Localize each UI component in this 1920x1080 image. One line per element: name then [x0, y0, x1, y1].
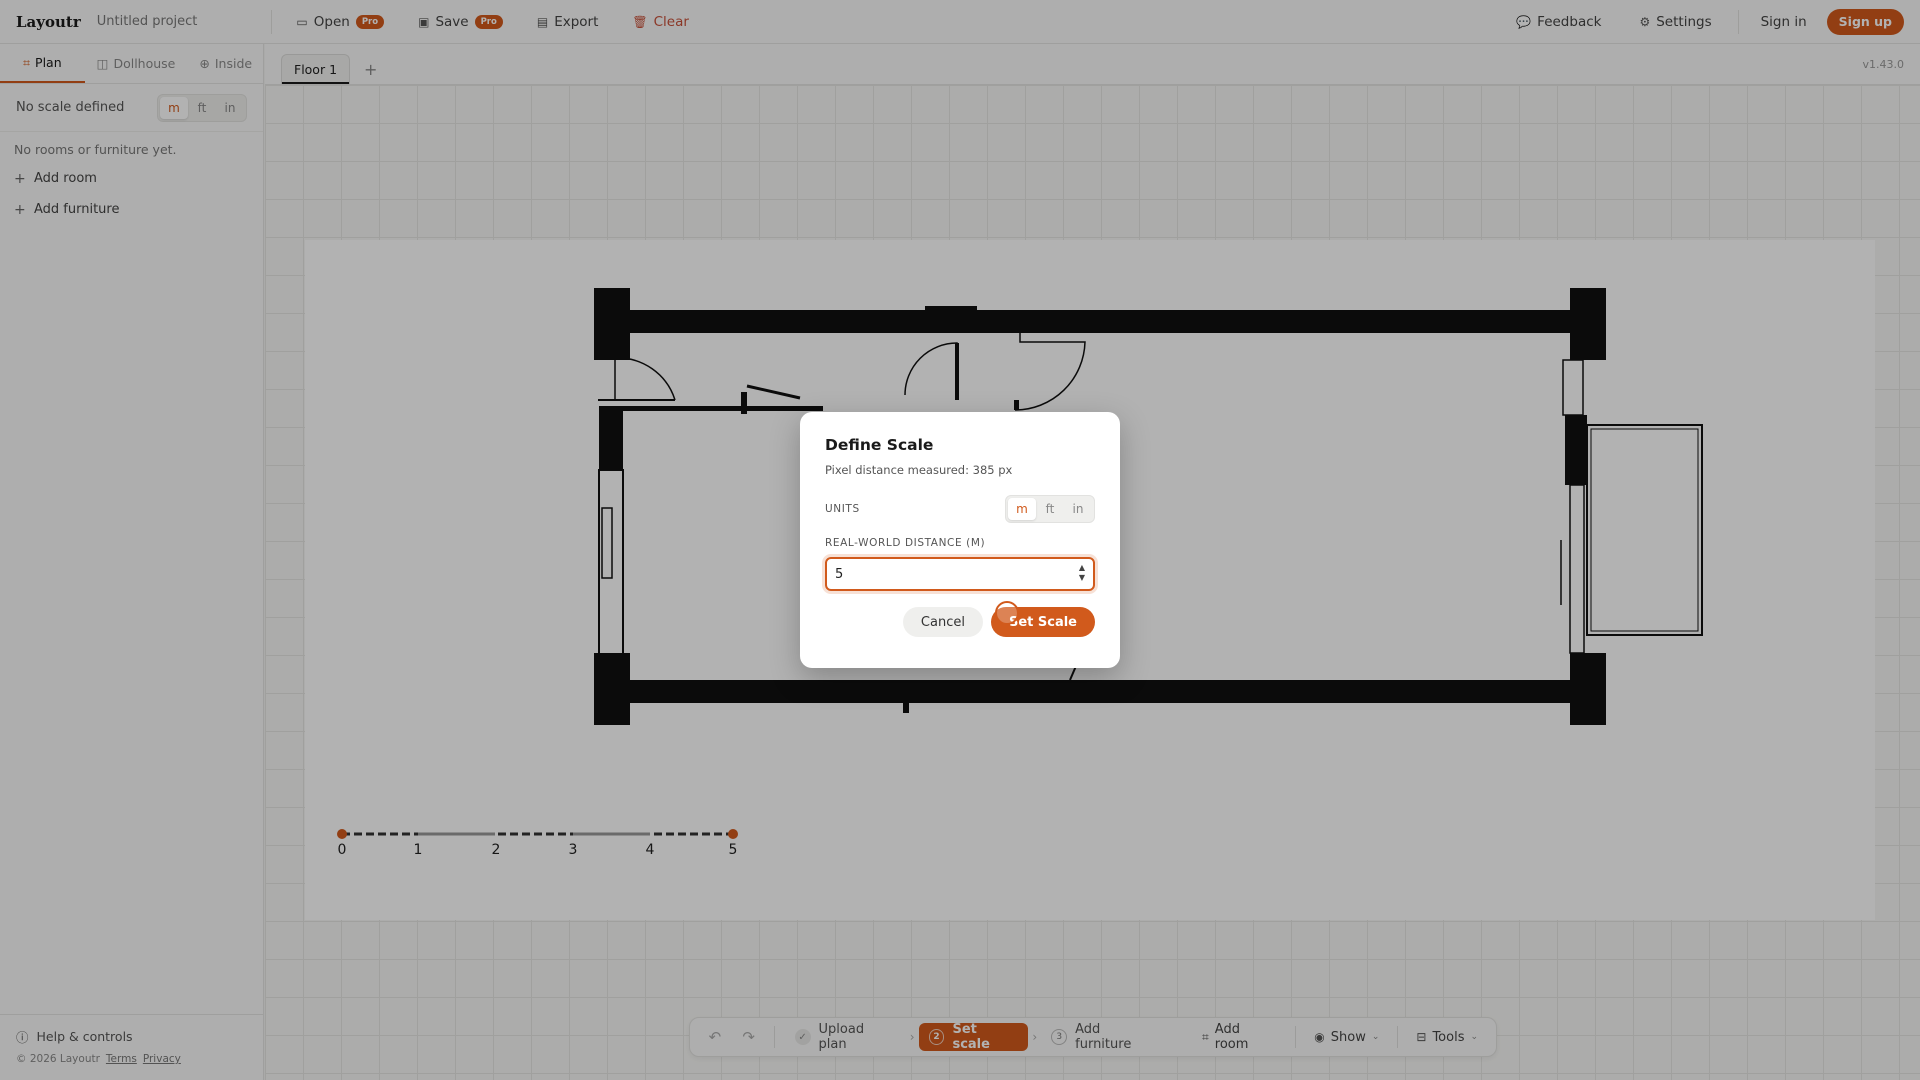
unit-option-in[interactable]: in — [1064, 498, 1092, 520]
distance-label: REAL-WORLD DISTANCE (M) — [825, 537, 986, 549]
dialog-unit-toggle: m ft in — [1005, 495, 1095, 523]
number-stepper[interactable]: ▲ ▼ — [1079, 563, 1085, 583]
define-scale-dialog: Define Scale Pixel distance measured: 38… — [800, 412, 1120, 668]
dialog-title: Define Scale — [825, 436, 934, 454]
pixel-distance-text: Pixel distance measured: 385 px — [825, 463, 1013, 477]
unit-option-m[interactable]: m — [1008, 498, 1036, 520]
units-label: UNITS — [825, 503, 860, 515]
pointer-cursor-indicator — [995, 601, 1019, 625]
distance-field: ▲ ▼ — [825, 557, 1095, 591]
unit-option-ft[interactable]: ft — [1036, 498, 1064, 520]
cancel-button[interactable]: Cancel — [902, 607, 983, 637]
distance-input[interactable] — [835, 566, 1055, 582]
units-row: UNITS m ft in — [825, 495, 1095, 523]
stepper-down-icon[interactable]: ▼ — [1079, 573, 1085, 583]
stepper-up-icon[interactable]: ▲ — [1079, 563, 1085, 573]
dialog-actions: Cancel Set Scale — [825, 607, 1095, 637]
